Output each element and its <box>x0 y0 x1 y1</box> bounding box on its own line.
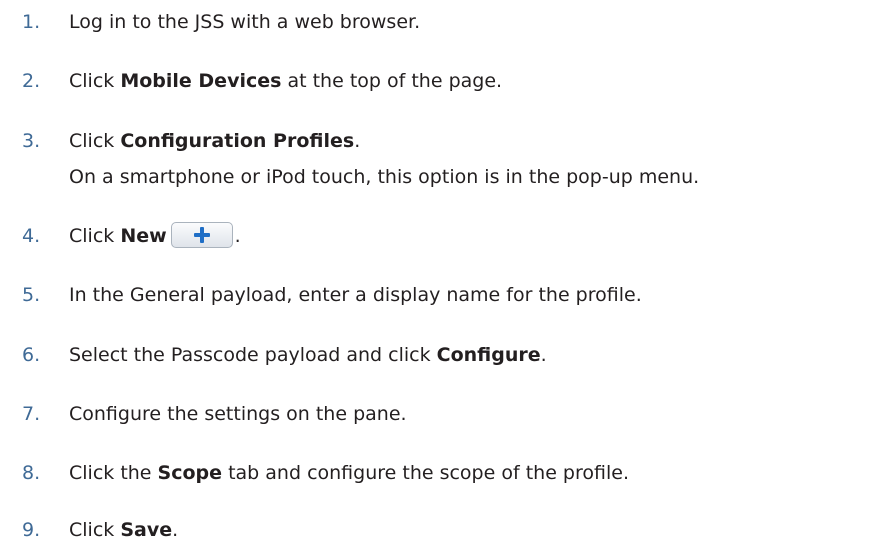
step-text: Click the Scope tab and configure the sc… <box>69 458 629 488</box>
step-text: Click Mobile Devices at the top of the p… <box>69 66 502 96</box>
step-3: 3. Click Configuration Profiles. <box>0 126 880 156</box>
step-3-note: On a smartphone or iPod touch, this opti… <box>69 166 700 188</box>
step-text-post: at the top of the page. <box>281 70 503 92</box>
procedure-steps: 1. Log in to the JSS with a web browser.… <box>0 0 880 550</box>
step-1: 1. Log in to the JSS with a web browser. <box>0 7 880 37</box>
step-text-post: . <box>172 519 179 541</box>
step-text: Select the Passcode payload and click Co… <box>69 340 547 370</box>
step-6: 6. Select the Passcode payload and click… <box>0 340 880 370</box>
step-text-pre: Click <box>69 225 121 247</box>
step-number: 2. <box>22 70 41 92</box>
step-number: 4. <box>22 225 41 247</box>
step-9: 9. Click Save. <box>0 515 880 545</box>
ui-term-scope: Scope <box>157 462 223 484</box>
step-text-post: . <box>234 225 241 247</box>
step-8: 8. Click the Scope tab and configure the… <box>0 458 880 488</box>
step-text: Configure the settings on the pane. <box>69 399 407 429</box>
step-number: 7. <box>22 403 41 425</box>
step-text: Click Save. <box>69 515 178 545</box>
step-text-plain: In the General payload, enter a display … <box>69 284 642 306</box>
step-text-pre: Click <box>69 130 121 152</box>
step-number: 9. <box>22 519 41 541</box>
step-2: 2. Click Mobile Devices at the top of th… <box>0 66 880 96</box>
step-number: 5. <box>22 284 41 306</box>
ui-term-configure: Configure <box>436 344 541 366</box>
step-text: Click Configuration Profiles. <box>69 126 360 156</box>
step-text-pre: Click the <box>69 462 158 484</box>
step-4: 4. Click New. <box>0 221 880 251</box>
step-text-plain: Log in to the JSS with a web browser. <box>69 11 421 33</box>
step-text: In the General payload, enter a display … <box>69 280 642 310</box>
step-number: 3. <box>22 130 41 152</box>
step-text-pre: Click <box>69 519 121 541</box>
step-text-plain: Configure the settings on the pane. <box>69 403 407 425</box>
step-text: Click New. <box>69 221 241 251</box>
step-number: 6. <box>22 344 41 366</box>
plus-icon <box>193 226 211 244</box>
step-text-post: . <box>540 344 547 366</box>
step-text-pre: Select the Passcode payload and click <box>69 344 437 366</box>
ui-term-configuration-profiles: Configuration Profiles <box>120 130 355 152</box>
ui-term-save: Save <box>120 519 173 541</box>
step-5: 5. In the General payload, enter a displ… <box>0 280 880 310</box>
step-number: 8. <box>22 462 41 484</box>
step-text: Log in to the JSS with a web browser. <box>69 7 420 37</box>
new-button-image <box>170 221 233 248</box>
ui-term-mobile-devices: Mobile Devices <box>120 70 282 92</box>
step-number: 1. <box>22 11 41 33</box>
step-text-pre: Click <box>69 70 121 92</box>
step-text-post: tab and configure the scope of the profi… <box>222 462 629 484</box>
ui-term-new: New <box>120 225 167 247</box>
step-7: 7. Configure the settings on the pane. <box>0 399 880 429</box>
step-text-post: . <box>354 130 361 152</box>
